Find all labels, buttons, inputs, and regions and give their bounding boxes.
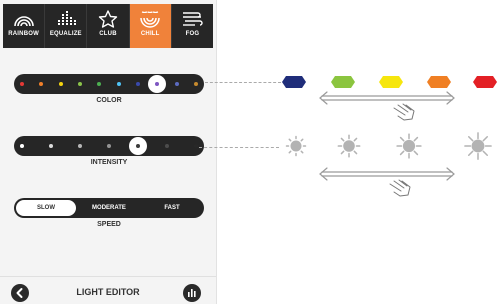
speed-option-slow[interactable]: SLOW <box>16 198 76 218</box>
double-arrow-icon <box>319 91 455 105</box>
color-slider-knob[interactable] <box>148 75 167 93</box>
speed-selector[interactable]: SLOW MODERATE FAST <box>14 198 204 218</box>
intensity-slider[interactable] <box>14 136 204 156</box>
swipe-hand-icon <box>393 103 415 121</box>
color-dot[interactable] <box>136 82 140 86</box>
mode-chill[interactable]: CHILL <box>129 4 172 48</box>
mode-rainbow[interactable]: RAINBOW <box>3 4 46 48</box>
brightness-sun-icon <box>396 133 422 159</box>
intensity-dot[interactable] <box>107 144 111 148</box>
mode-label: CLUB <box>99 31 117 37</box>
color-swatch-gem <box>282 76 306 88</box>
color-dot[interactable] <box>174 82 179 86</box>
color-dot[interactable] <box>39 82 44 86</box>
bar-chart-icon <box>188 289 196 297</box>
back-button[interactable] <box>11 284 29 302</box>
double-arrow-icon <box>319 167 455 181</box>
mode-label: RAINBOW <box>8 31 39 37</box>
mode-fog[interactable]: FOG <box>171 4 214 48</box>
intensity-slider-knob[interactable] <box>129 137 147 155</box>
fog-icon <box>183 12 204 26</box>
page-title: LIGHT EDITOR <box>76 287 140 297</box>
color-dot[interactable] <box>97 82 102 86</box>
brightness-sun-icon <box>464 132 492 160</box>
intensity-dot[interactable] <box>165 144 169 148</box>
intensity-dot[interactable] <box>194 144 198 148</box>
color-dot[interactable] <box>194 82 198 86</box>
color-caption: COLOR <box>96 97 122 104</box>
intensity-dot[interactable] <box>78 144 82 148</box>
intensity-dot[interactable] <box>49 144 53 148</box>
intensity-dot[interactable] <box>20 144 24 148</box>
speed-caption: SPEED <box>97 221 121 228</box>
speed-option-moderate[interactable]: MODERATE <box>78 198 140 218</box>
mode-club[interactable]: CLUB <box>87 4 130 48</box>
color-swatch-gem <box>473 76 497 88</box>
color-dot[interactable] <box>58 82 63 86</box>
light-editor-panel: RAINBOW EQUALIZE CLUB CHILL FOG COLOR IN… <box>0 0 217 304</box>
color-dot[interactable] <box>20 82 24 86</box>
mode-label: EQUALIZE <box>49 31 82 37</box>
color-dot[interactable] <box>78 82 82 86</box>
color-swatch-gem <box>379 76 403 88</box>
waves-icon <box>140 11 160 28</box>
intensity-caption: INTENSITY <box>90 159 128 166</box>
brightness-sun-icon <box>337 134 361 158</box>
swipe-hand-icon <box>389 179 411 197</box>
color-dot[interactable] <box>116 82 121 86</box>
star-icon <box>98 10 118 28</box>
mode-equalize[interactable]: EQUALIZE <box>45 4 88 48</box>
color-connector-line <box>205 82 281 83</box>
brightness-sun-icon <box>285 135 307 157</box>
chevron-left-icon <box>16 288 23 298</box>
color-slider[interactable] <box>14 74 204 94</box>
footer-bar: LIGHT EDITOR <box>0 276 216 305</box>
mode-label: CHILL <box>140 31 160 37</box>
speed-option-fast[interactable]: FAST <box>142 198 202 218</box>
stats-button[interactable] <box>183 284 201 302</box>
rainbow-icon <box>13 16 34 27</box>
color-swatch-gem <box>427 76 451 88</box>
intensity-connector-line <box>199 147 279 148</box>
mode-bar: RAINBOW EQUALIZE CLUB CHILL FOG <box>3 4 214 48</box>
mode-label: FOG <box>185 31 200 37</box>
equalizer-icon <box>57 11 76 25</box>
color-swatch-gem <box>331 76 355 88</box>
